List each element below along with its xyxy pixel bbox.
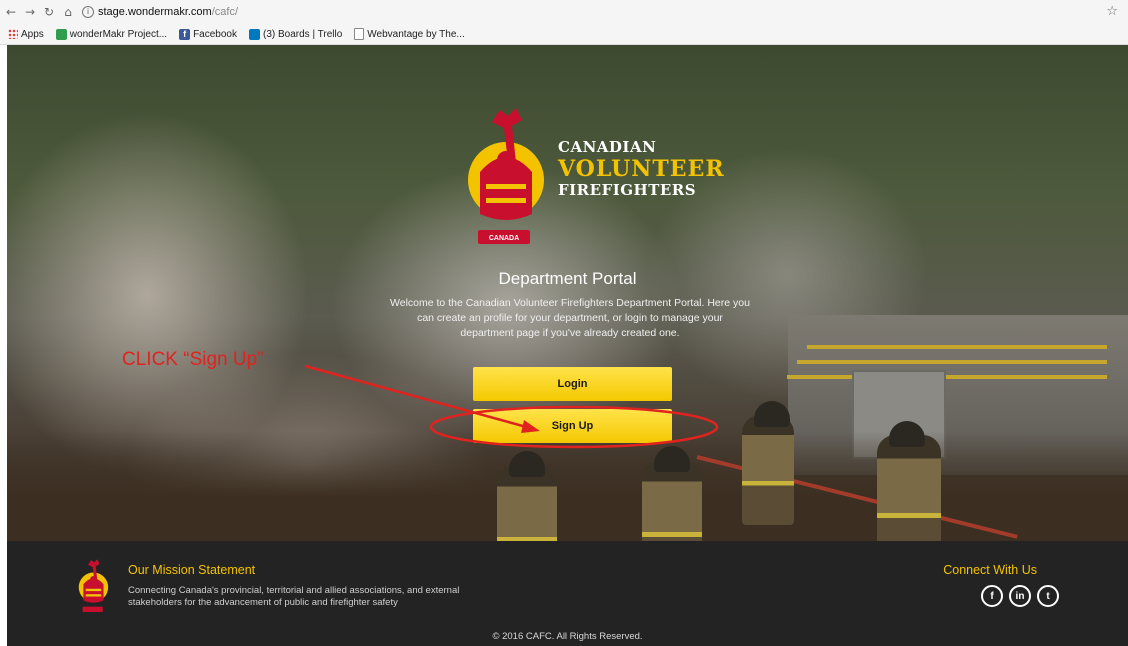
mission-title: Our Mission Statement xyxy=(128,563,256,577)
twitter-icon[interactable]: t xyxy=(1037,585,1059,607)
annotation-arrow xyxy=(304,364,531,430)
mission-text: Connecting Canada's provincial, territor… xyxy=(128,585,460,608)
facebook-icon[interactable]: f xyxy=(981,585,1003,607)
footer-logo-icon[interactable] xyxy=(75,557,115,619)
arrowhead-icon xyxy=(521,420,540,433)
connect-title: Connect With Us xyxy=(943,563,1037,577)
copyright-text: © 2016 CAFC. All Rights Reserved. xyxy=(492,631,643,642)
annotation-circle xyxy=(429,405,719,449)
site-footer: Our Mission Statement Connecting Canada'… xyxy=(7,541,1128,646)
linkedin-icon[interactable]: in xyxy=(1009,585,1031,607)
social-links: f in t xyxy=(981,585,1065,607)
